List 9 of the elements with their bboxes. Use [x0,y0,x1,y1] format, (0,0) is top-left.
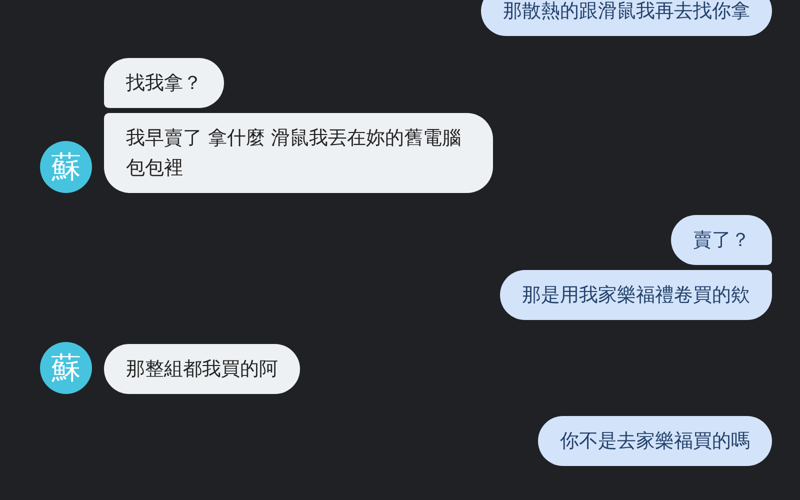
message-bubble: 賣了？ [671,215,772,265]
avatar[interactable]: 蘇 [40,141,92,193]
message-bubble: 那散熱的跟滑鼠我再去找你拿 [481,0,772,36]
message-bubble: 我早賣了 拿什麼 滑鼠我丟在妳的舊電腦包包裡 [104,113,493,193]
message-bubble: 那整組都我買的阿 [104,344,300,394]
message-bubble: 你不是去家樂福買的嗎 [538,416,772,466]
message-bubble: 找我拿？ [104,58,224,108]
avatar[interactable]: 蘇 [40,342,92,394]
message-bubble: 那是用我家樂福禮卷買的欸 [500,270,772,320]
